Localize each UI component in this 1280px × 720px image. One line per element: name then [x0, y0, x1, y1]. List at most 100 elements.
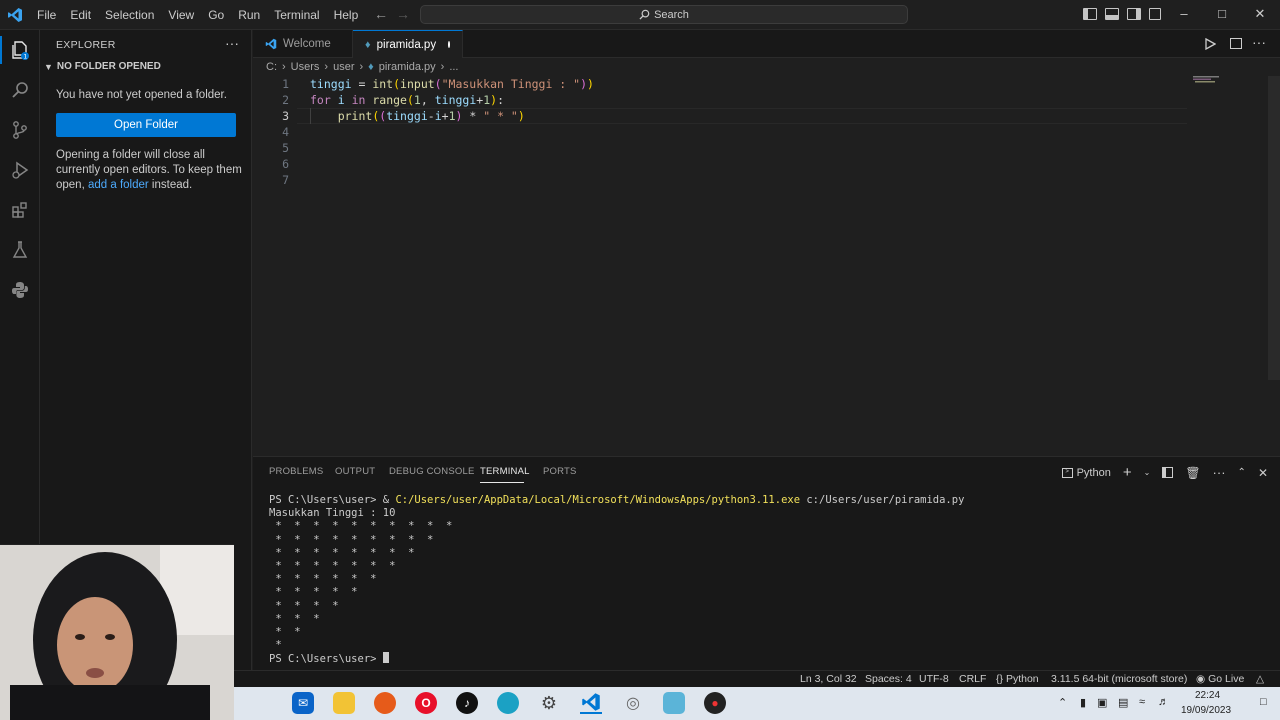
no-folder-section-header[interactable]: ▼ NO FOLDER OPENED [44, 61, 161, 72]
mail-app-icon[interactable]: ✉ [292, 692, 314, 714]
more-actions-icon[interactable]: ··· [225, 35, 239, 51]
code-line: 1 tinggi = int(input("Masukkan Tinggi : … [253, 76, 1268, 92]
testing-icon[interactable] [8, 238, 32, 262]
code-line: 6 [253, 156, 1268, 172]
run-debug-icon[interactable] [8, 158, 32, 182]
unsaved-dot-icon[interactable] [448, 41, 450, 48]
close-window-icon[interactable]: ✕ [1250, 6, 1270, 22]
tab-piramida-label: piramida.py [376, 38, 437, 51]
tray-chevron-up-icon[interactable]: ⌃ [1058, 696, 1067, 709]
language-mode[interactable]: {} Python [996, 673, 1039, 685]
toggle-primary-sidebar-icon[interactable] [1083, 8, 1097, 20]
maximize-icon[interactable]: □ [1212, 6, 1232, 21]
menu-view[interactable]: View [161, 0, 201, 30]
breadcrumb-symbols[interactable]: ... [449, 61, 458, 73]
tab-welcome[interactable]: Welcome [253, 30, 353, 58]
active-indicator [0, 36, 2, 64]
source-control-icon[interactable] [8, 118, 32, 142]
open-folder-button[interactable]: Open Folder [56, 113, 236, 137]
tab-output[interactable]: OUTPUT [335, 466, 375, 477]
terminal-output[interactable]: PS C:\Users\user> & C:/Users/user/AppDat… [269, 494, 964, 667]
notification-center-icon[interactable]: □ [1260, 696, 1267, 708]
bottom-panel: PROBLEMS OUTPUT DEBUG CONSOLE TERMINAL P… [253, 456, 1280, 670]
clock-date[interactable]: 19/09/2023 [1181, 705, 1231, 716]
chevron-down-icon[interactable]: ⌄ [1144, 468, 1151, 477]
tiktok-icon[interactable]: ♪ [456, 692, 478, 714]
encoding[interactable]: UTF-8 [919, 673, 949, 685]
breadcrumb-drive[interactable]: C: [266, 61, 277, 73]
close-panel-icon[interactable]: ✕ [1258, 466, 1268, 480]
breadcrumb-file[interactable]: piramida.py [379, 61, 436, 73]
run-python-file-icon[interactable] [1205, 38, 1216, 50]
code-text: tinggi = int(input("Masukkan Tinggi : ")… [310, 77, 594, 91]
editor-more-actions-icon[interactable]: ··· [1252, 34, 1266, 50]
menu-help[interactable]: Help [327, 0, 366, 30]
breadcrumb-user[interactable]: user [333, 61, 354, 73]
indentation[interactable]: Spaces: 4 [865, 673, 912, 685]
line-number: 7 [282, 173, 289, 187]
search-icon [639, 9, 650, 20]
volume-icon[interactable]: ♬ [1158, 696, 1169, 708]
code-editor[interactable]: 1 tinggi = int(input("Masukkan Tinggi : … [253, 76, 1268, 454]
explorer-icon[interactable]: 1 [8, 38, 32, 62]
tab-problems[interactable]: PROBLEMS [269, 466, 323, 477]
toggle-secondary-sidebar-icon[interactable] [1127, 8, 1141, 20]
go-live[interactable]: ◉ Go Live [1196, 673, 1244, 685]
menu-terminal[interactable]: Terminal [267, 0, 326, 30]
python-interpreter[interactable]: 3.11.5 64-bit (microsoft store) [1051, 673, 1187, 685]
panel-more-icon[interactable]: ··· [1213, 465, 1226, 480]
tab-terminal[interactable]: TERMINAL [480, 466, 530, 477]
recorder-icon[interactable]: ◎ [622, 692, 644, 714]
back-arrow-icon[interactable]: ← [374, 6, 388, 22]
breadcrumb-users[interactable]: Users [291, 61, 320, 73]
snipping-tool-icon[interactable] [663, 692, 685, 714]
microphone-icon[interactable]: ▮ [1080, 696, 1086, 709]
firefox-icon[interactable] [374, 692, 396, 714]
close-editors-text-after: instead. [148, 179, 193, 191]
new-terminal-icon[interactable]: + [1123, 464, 1132, 481]
vscode-taskbar-icon[interactable] [580, 692, 602, 714]
menu-edit[interactable]: Edit [63, 0, 98, 30]
explorer-title: EXPLORER [56, 39, 116, 51]
vscode-tab-icon [265, 38, 277, 50]
battery-icon[interactable]: ▤ [1118, 696, 1128, 709]
extensions-icon[interactable] [8, 198, 32, 222]
menu-run[interactable]: Run [231, 0, 267, 30]
tab-ports[interactable]: PORTS [543, 466, 577, 477]
split-editor-icon[interactable] [1230, 38, 1242, 49]
go-live-label: Go Live [1208, 673, 1245, 685]
settings-gear-icon[interactable]: ⚙ [538, 692, 560, 714]
python-icon[interactable] [8, 278, 32, 302]
toggle-panel-icon[interactable] [1105, 8, 1119, 20]
add-folder-link[interactable]: add a folder [88, 179, 149, 191]
minimap[interactable] [1193, 76, 1243, 96]
terminal-output-line: * * * * * * * * * * [269, 520, 459, 533]
search-sidebar-icon[interactable] [8, 78, 32, 102]
file-explorer-icon[interactable] [333, 692, 355, 714]
command-center-search[interactable]: Search [420, 5, 908, 24]
wifi-icon[interactable]: ≈ [1139, 696, 1145, 708]
code-line: 2 for i in range(1, tinggi+1): [253, 92, 1268, 108]
media-app-icon[interactable]: ● [704, 692, 726, 714]
menu-file[interactable]: File [30, 0, 63, 30]
trash-icon[interactable]: 🗑 [1185, 466, 1200, 480]
forward-arrow-icon[interactable]: → [396, 6, 410, 22]
menu-selection[interactable]: Selection [98, 0, 161, 30]
cursor-position[interactable]: Ln 3, Col 32 [800, 673, 857, 685]
end-of-line[interactable]: CRLF [959, 673, 986, 685]
edge-icon[interactable] [497, 692, 519, 714]
minimize-icon[interactable]: – [1174, 6, 1194, 21]
camera-icon[interactable]: ▣ [1097, 696, 1107, 709]
terminal-shell-selector[interactable]: > Python [1061, 467, 1111, 479]
maximize-panel-icon[interactable]: ⌃ [1238, 467, 1246, 478]
clock-time[interactable]: 22:24 [1195, 690, 1220, 701]
notifications-bell-icon[interactable]: △ [1256, 673, 1264, 685]
opera-icon[interactable]: O [415, 692, 437, 714]
menu-go[interactable]: Go [201, 0, 231, 30]
editor-scrollbar[interactable] [1268, 76, 1280, 380]
tab-piramida-py[interactable]: ♦ piramida.py [353, 30, 463, 58]
split-terminal-icon[interactable] [1162, 467, 1174, 478]
terminal-command-exe: C:/Users/user/AppData/Local/Microsoft/Wi… [395, 494, 801, 506]
tab-debug-console[interactable]: DEBUG CONSOLE [389, 466, 474, 477]
customize-layout-icon[interactable] [1149, 8, 1161, 20]
